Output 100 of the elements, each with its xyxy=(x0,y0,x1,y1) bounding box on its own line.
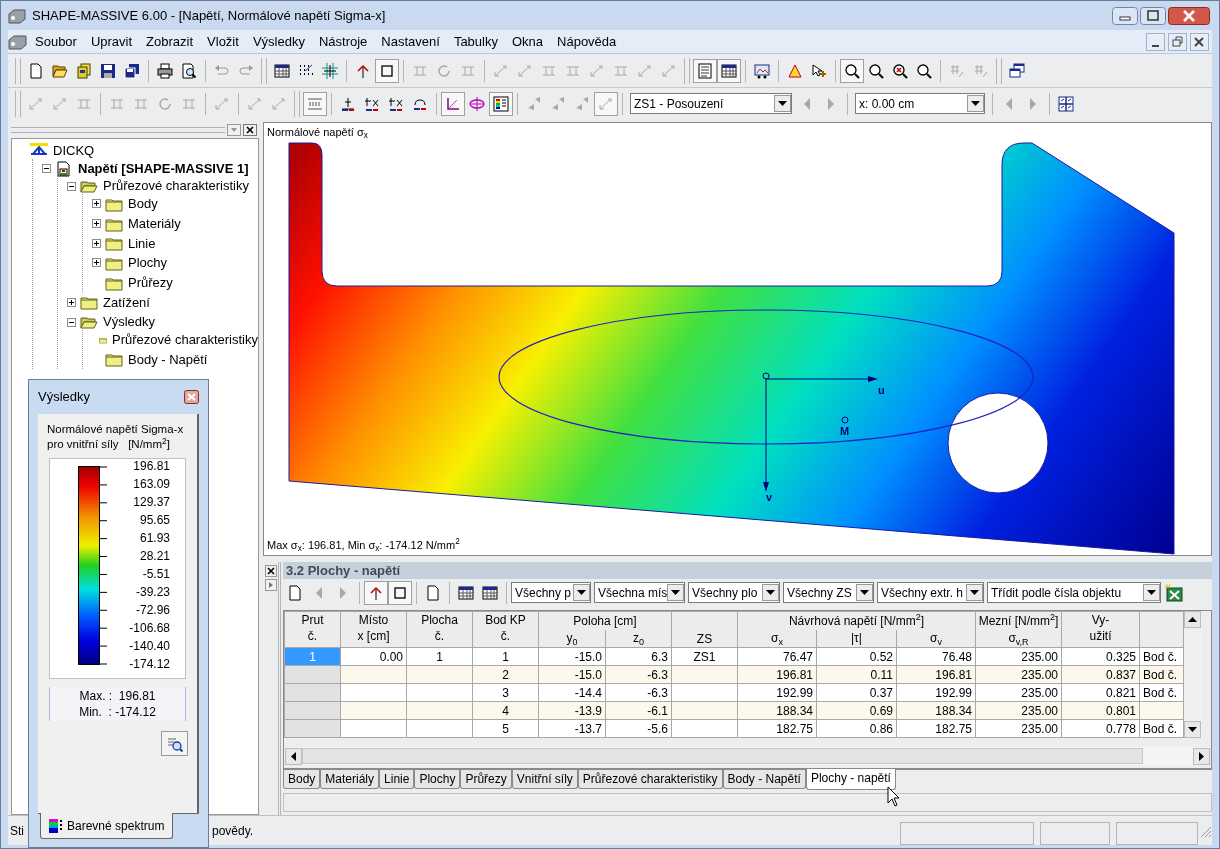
zoom-icon[interactable] xyxy=(916,62,932,79)
tree-item[interactable]: Body xyxy=(128,194,158,214)
filter-dropdown[interactable]: Všechna mís xyxy=(594,582,685,603)
menu-item[interactable]: Okna xyxy=(504,31,551,52)
zoom-icon[interactable] xyxy=(868,62,884,79)
load-case-dropdown[interactable]: ZS1 - Posouzení xyxy=(630,93,792,114)
print-preview-icon[interactable] xyxy=(181,62,197,79)
sheet-tab[interactable]: Linie xyxy=(379,770,415,789)
scroll-left-icon[interactable] xyxy=(285,747,302,765)
legend-value: 129.37 xyxy=(133,495,170,509)
menu-item[interactable]: Upravit xyxy=(83,31,140,52)
expand-icon[interactable] xyxy=(92,258,101,268)
tree-item[interactable]: Průřezové charakteristiky xyxy=(103,176,249,196)
table-icon[interactable] xyxy=(482,584,498,601)
sheet-tab[interactable]: Body xyxy=(283,770,321,789)
sheet-tab[interactable]: Body - Napětí xyxy=(722,770,806,789)
menu-item[interactable]: Výsledky xyxy=(245,31,312,52)
expand-icon[interactable] xyxy=(67,297,76,307)
filter-dropdown[interactable]: Všechny ZS xyxy=(783,582,874,603)
tree-item[interactable]: Body - Napětí xyxy=(128,349,208,370)
menu-item[interactable]: Nastavení xyxy=(374,31,447,52)
close-icon[interactable] xyxy=(264,565,277,577)
axis-label: v xyxy=(766,491,773,503)
close-icon[interactable] xyxy=(184,390,199,404)
collapse-icon[interactable] xyxy=(42,164,51,174)
expand-icon[interactable] xyxy=(92,199,101,209)
tree-item[interactable]: Výsledky xyxy=(103,312,156,332)
collapse-icon[interactable] xyxy=(67,181,76,191)
menu-item[interactable]: Zobrazit xyxy=(139,31,201,52)
menu-item[interactable]: Tabulky xyxy=(446,31,505,52)
magnifier-icon[interactable] xyxy=(166,735,183,752)
document-icon xyxy=(8,33,28,50)
legend-value: -140.40 xyxy=(129,639,170,653)
tree-item[interactable]: Plochy xyxy=(128,253,168,273)
document-stack-icon[interactable] xyxy=(76,62,92,79)
section-property-icon[interactable] xyxy=(364,95,380,112)
scroll-up-icon[interactable] xyxy=(1184,611,1201,628)
print-icon[interactable] xyxy=(157,62,173,79)
tree-item[interactable]: Materiály xyxy=(128,213,181,234)
expand-icon[interactable] xyxy=(92,219,101,229)
legend-value: 28.21 xyxy=(139,549,170,563)
filter-dropdown[interactable]: Všechny p xyxy=(511,582,591,603)
save-all-icon[interactable] xyxy=(124,62,140,79)
filter-dropdown[interactable]: Všechny extr. h xyxy=(877,582,984,603)
picture-icon[interactable] xyxy=(754,62,770,79)
tree-item[interactable]: Průřezy xyxy=(128,272,173,293)
table-icon[interactable] xyxy=(458,584,474,601)
windows-icon[interactable] xyxy=(1009,62,1025,79)
tree-item[interactable]: Zatížení xyxy=(103,292,150,313)
sheet-tab[interactable]: Vnitřní síly xyxy=(511,770,578,789)
zoom-cancel-icon[interactable] xyxy=(892,62,908,79)
tree-item[interactable]: Průřezové charakteristiky xyxy=(112,329,258,350)
section-property-icon[interactable] xyxy=(340,95,356,112)
column-group-header: Návrhová napětí [N/mm$^{2}$] xyxy=(737,611,976,630)
filter-dropdown[interactable]: Třídit podle čísla objektu xyxy=(987,582,1161,603)
sheet-tab[interactable]: Průřezové charakteristiky xyxy=(577,770,723,789)
menu-item[interactable]: Nástroje xyxy=(311,31,375,52)
extreme-value: Min. : -174.12 xyxy=(79,704,156,720)
legend-value: 196.81 xyxy=(133,459,170,473)
close-icon[interactable] xyxy=(1168,6,1210,25)
minimize-icon[interactable] xyxy=(1146,32,1165,51)
tree-item[interactable]: Linie xyxy=(128,233,156,254)
close-icon[interactable] xyxy=(1190,32,1209,51)
menu-item[interactable]: Vložit xyxy=(200,31,246,52)
sheet-tab[interactable]: Plochy xyxy=(414,770,461,789)
graphic-title: Normálové napětí σ$_{x}$ xyxy=(267,125,368,141)
folder-icon xyxy=(105,351,123,368)
sheet-tab[interactable]: Materiály xyxy=(320,770,380,789)
menu-item[interactable]: Soubor xyxy=(28,31,84,52)
ellipse-icon[interactable] xyxy=(469,95,485,112)
new-document-icon[interactable] xyxy=(28,62,44,79)
menu-item[interactable]: Nápověda xyxy=(550,31,624,52)
export-icon[interactable] xyxy=(1164,582,1184,603)
crosshair-grid-icon[interactable] xyxy=(322,62,338,79)
sheet-tab[interactable]: Průřezy xyxy=(460,770,512,789)
scroll-down-icon[interactable] xyxy=(1184,721,1201,738)
open-folder-icon[interactable] xyxy=(52,62,68,79)
copy-icon[interactable] xyxy=(425,584,441,601)
zoom-legend-button[interactable] xyxy=(161,731,188,756)
table-window-icon[interactable] xyxy=(274,62,290,79)
spectrum-tab[interactable]: Barevné spektrum xyxy=(40,813,174,839)
sheet-tab[interactable]: Plochy - napětí xyxy=(805,769,896,790)
restore-icon[interactable] xyxy=(1168,32,1187,51)
save-icon[interactable] xyxy=(100,62,116,79)
location-dropdown[interactable]: x: 0.00 cm xyxy=(855,93,985,114)
collapse-icon[interactable] xyxy=(67,317,76,327)
section-property-icon[interactable] xyxy=(388,95,404,112)
maximize-icon[interactable] xyxy=(1140,6,1166,25)
triangle-icon[interactable] xyxy=(787,62,803,79)
cursor-plus-icon[interactable] xyxy=(811,62,827,79)
close-icon[interactable] xyxy=(243,124,257,136)
four-panel-icon[interactable] xyxy=(1058,95,1074,112)
tree-item[interactable]: DICKQ xyxy=(53,141,95,161)
scroll-right-icon[interactable] xyxy=(1193,747,1210,765)
expand-icon[interactable] xyxy=(92,238,101,248)
pin-icon[interactable] xyxy=(355,62,371,79)
scrollbar-thumb[interactable] xyxy=(302,748,1143,764)
tree-item[interactable]: Napětí [SHAPE-MASSIVE 1] xyxy=(78,158,249,179)
folder-icon xyxy=(105,235,123,252)
filter-dropdown[interactable]: Všechny plo xyxy=(688,582,780,603)
